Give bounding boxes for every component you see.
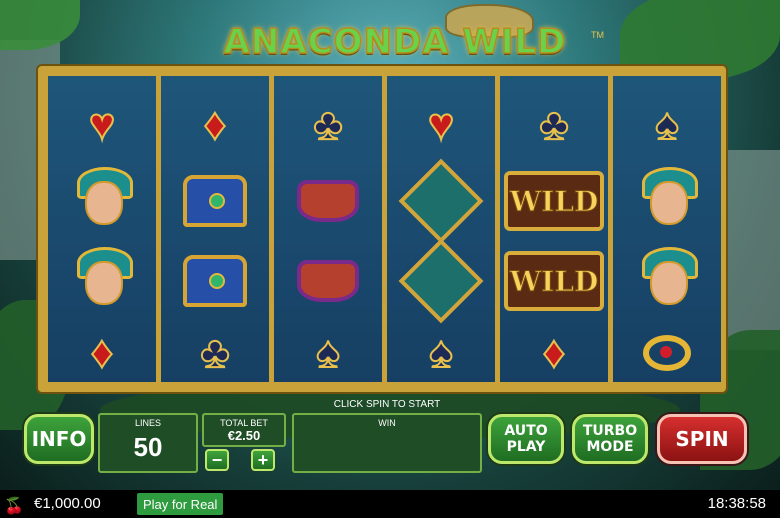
lines-value: 50 (133, 432, 163, 462)
reel-cell (161, 240, 269, 322)
treasure-chest-icon (183, 255, 247, 307)
reel-cell: WILD (500, 160, 608, 242)
spin-label: SPIN (675, 427, 729, 451)
reel-cell: ♠ (387, 312, 495, 394)
reels-frame: ♥ ♦ ♦ ♣ ♣ ♠ ♥ ♠ ♣ WILD WILD ♦ ♠ (38, 66, 726, 392)
turbo-label-line1: TURBO (582, 423, 638, 439)
reel-cell (161, 160, 269, 242)
total-bet-panel: TOTAL BET €2.50 (202, 413, 286, 447)
clock: 18:38:58 (707, 495, 766, 512)
reel-cell (274, 160, 382, 242)
autoplay-button[interactable]: AUTO PLAY (488, 414, 564, 464)
reel-cell (613, 240, 721, 322)
diamond-suit-icon: ♦ (542, 328, 566, 377)
cherries-logo-icon: 🍒 (4, 498, 24, 515)
heart-suit-icon: ♥ (88, 100, 116, 149)
club-suit-icon: ♣ (539, 100, 570, 149)
reel-cell (613, 160, 721, 242)
medallion-icon (398, 238, 484, 324)
status-message: CLICK SPIN TO START (333, 399, 441, 410)
reel-cell: ♣ (161, 312, 269, 394)
reel-cell (387, 158, 495, 244)
spade-suit-icon: ♠ (315, 328, 340, 377)
queen-symbol-icon (632, 165, 702, 237)
decrease-bet-button[interactable]: − (205, 449, 229, 471)
bowl-icon (297, 260, 359, 302)
reel-cell: ♥ (48, 84, 156, 166)
reel-cell: ♦ (48, 312, 156, 394)
queen-symbol-icon (67, 245, 137, 317)
reel-cell (274, 240, 382, 322)
wild-symbol-icon: WILD (504, 171, 604, 231)
reel-cell (613, 312, 721, 394)
bowl-icon (297, 180, 359, 222)
diamond-suit-icon: ♦ (90, 328, 114, 377)
total-bet-label: TOTAL BET (220, 418, 268, 428)
reel-cell: ♦ (161, 84, 269, 166)
turbo-label-line2: MODE (586, 439, 634, 455)
jungle-leaf (0, 0, 80, 50)
reel-5: ♣ WILD WILD ♦ (500, 76, 608, 382)
reel-cell: ♥ (387, 84, 495, 166)
game-scene: ANACONDA WILD TM ♥ ♦ ♦ ♣ ♣ ♠ ♥ ♠ ♣ WILD WILD ♦ ♠ CLI… (0, 0, 780, 490)
info-label: INFO (31, 427, 87, 451)
plus-icon: + (257, 449, 269, 470)
lines-label: LINES (134, 418, 161, 428)
reel-cell: ♦ (500, 312, 608, 394)
reel-cell: ♠ (274, 312, 382, 394)
autoplay-label-line1: AUTO (504, 423, 548, 439)
treasure-chest-icon (183, 175, 247, 227)
reel-2: ♦ ♣ (161, 76, 269, 382)
trademark-mark: TM (591, 30, 604, 40)
queen-symbol-icon (632, 245, 702, 317)
info-button[interactable]: INFO (24, 414, 94, 464)
spin-button[interactable]: SPIN (657, 414, 747, 464)
increase-bet-button[interactable]: + (251, 449, 275, 471)
status-bar: 🍒 €1,000.00 Play for Real 18:38:58 (0, 490, 780, 518)
game-title: ANACONDA WILD (223, 21, 567, 63)
autoplay-label-line2: PLAY (506, 439, 546, 455)
reel-cell (48, 240, 156, 322)
win-panel: WIN (292, 413, 482, 473)
club-suit-icon: ♣ (313, 100, 344, 149)
reel-3: ♣ ♠ (274, 76, 382, 382)
turbo-mode-button[interactable]: TURBO MODE (572, 414, 648, 464)
lines-panel: LINES 50 (98, 413, 198, 473)
medallion-icon (398, 158, 484, 244)
reel-cell: WILD (500, 240, 608, 322)
total-bet-value: €2.50 (227, 428, 261, 443)
club-suit-icon: ♣ (200, 328, 231, 377)
diamond-suit-icon: ♦ (203, 100, 227, 149)
minus-icon: − (211, 449, 223, 470)
ring-icon (643, 335, 691, 371)
win-label: WIN (378, 418, 396, 428)
wild-symbol-icon: WILD (504, 251, 604, 311)
reel-4: ♥ ♠ (387, 76, 495, 382)
temple-ruin-right (720, 150, 780, 350)
reel-1: ♥ ♦ (48, 76, 156, 382)
play-for-real-button[interactable]: Play for Real (137, 493, 224, 515)
reel-cell (387, 238, 495, 324)
reel-cell (48, 160, 156, 242)
queen-symbol-icon (67, 165, 137, 237)
balance: €1,000.00 (34, 495, 101, 512)
spade-suit-icon: ♠ (654, 100, 679, 149)
spade-suit-icon: ♠ (428, 328, 453, 377)
reel-cell: ♣ (500, 84, 608, 166)
reel-6: ♠ (613, 76, 721, 382)
reel-cell: ♣ (274, 84, 382, 166)
reel-cell: ♠ (613, 84, 721, 166)
heart-suit-icon: ♥ (427, 100, 455, 149)
